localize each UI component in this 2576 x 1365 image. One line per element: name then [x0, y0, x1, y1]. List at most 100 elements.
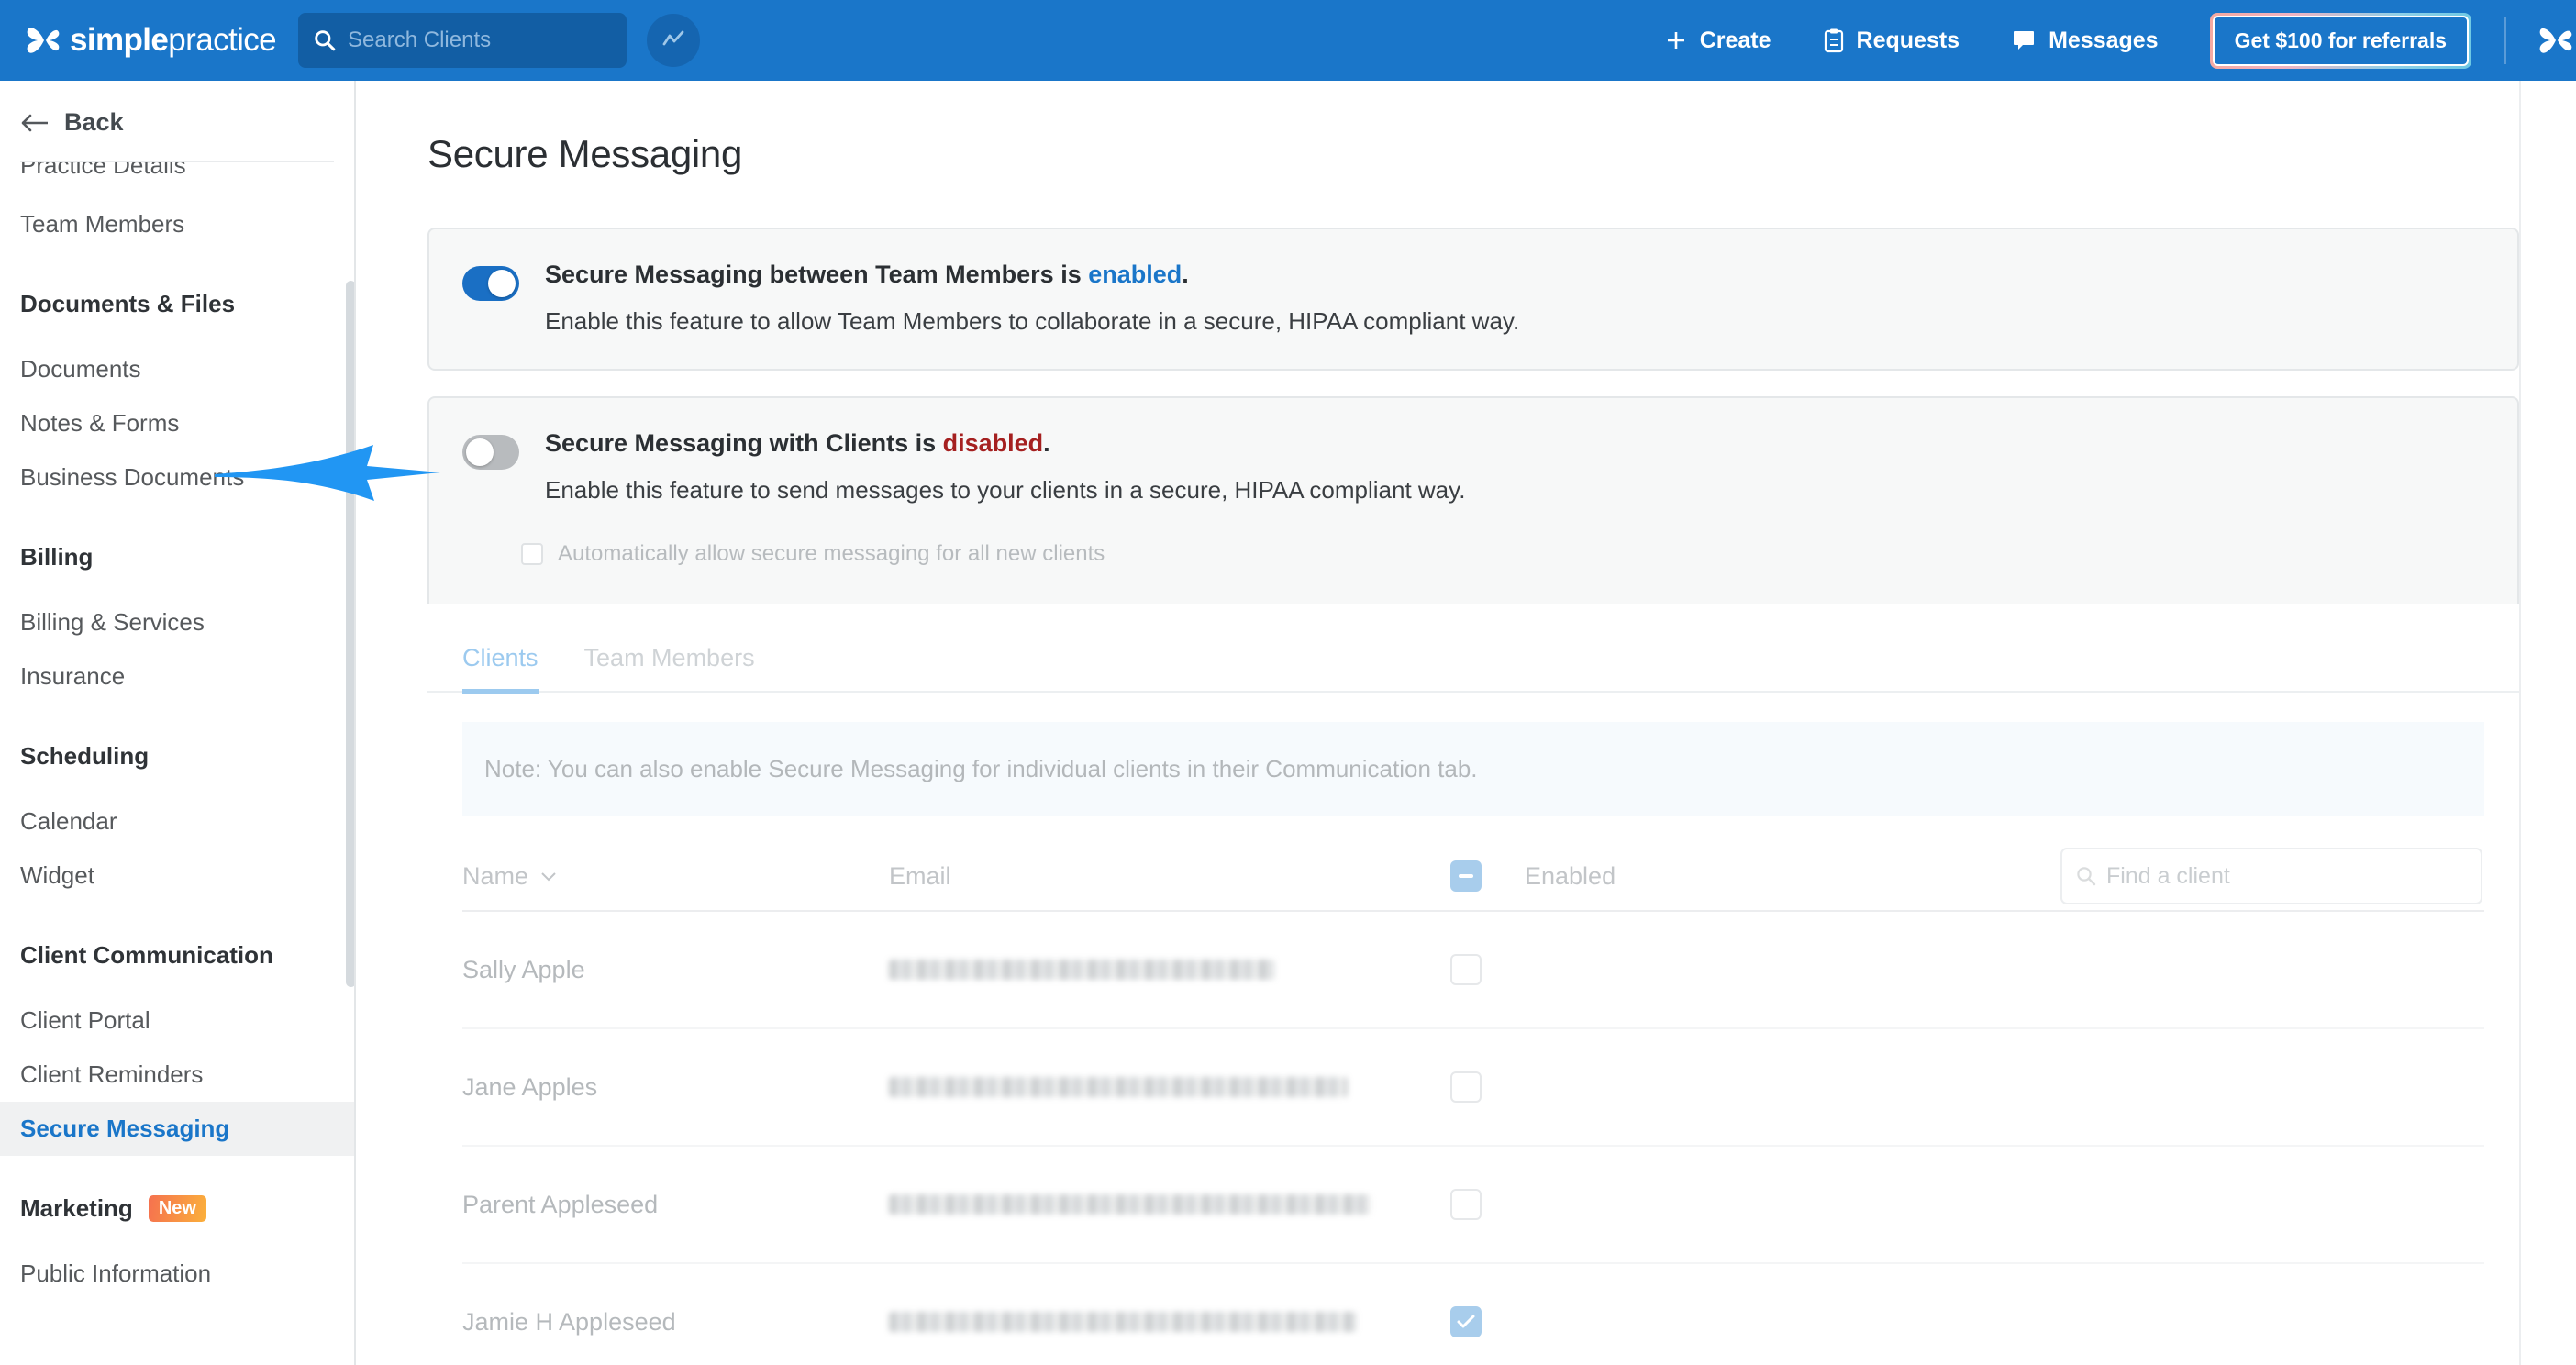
sidebar-scroll-area: Practice Details Team Members Documents …: [0, 162, 354, 1301]
sidebar-item-billing-services[interactable]: Billing & Services: [0, 595, 354, 649]
analytics-pulse-button[interactable]: [647, 14, 701, 67]
create-button[interactable]: Create: [1664, 28, 1771, 54]
secure-messaging-clients-toggle[interactable]: [462, 435, 519, 470]
status-disabled-word: disabled: [942, 429, 1044, 457]
redacted-email: [889, 1077, 1348, 1097]
team-members-texts: Secure Messaging between Team Members is…: [545, 261, 1519, 336]
clients-texts: Secure Messaging with Clients is disable…: [545, 429, 1465, 505]
table-row[interactable]: Parent Appleseed: [462, 1147, 2484, 1264]
sidebar-heading-marketing: Marketing New: [0, 1194, 354, 1223]
search-placeholder: Search Clients: [348, 28, 492, 52]
sidebar-heading-documents: Documents & Files: [20, 290, 236, 317]
auto-allow-checkbox[interactable]: [521, 543, 543, 565]
redacted-email: [889, 1194, 1371, 1215]
tabs-bar: Clients Team Members: [427, 604, 2519, 694]
cell-enabled-checkbox[interactable]: [1407, 1306, 1525, 1337]
requests-label: Requests: [1856, 27, 1960, 53]
column-header-enabled-label: Enabled: [1525, 861, 1616, 890]
back-label: Back: [64, 108, 124, 136]
select-all-checkbox-indeterminate[interactable]: [1450, 860, 1482, 892]
requests-button[interactable]: Requests: [1823, 28, 1960, 54]
main-content: Secure Messaging Secure Messaging betwee…: [358, 81, 2576, 1365]
auto-allow-label: Automatically allow secure messaging for…: [558, 541, 1105, 566]
column-header-select-all[interactable]: [1407, 860, 1525, 892]
column-header-name[interactable]: Name: [462, 862, 889, 891]
sidebar-heading-client-communication: Client Communication: [20, 941, 273, 969]
sidebar-item-client-reminders[interactable]: Client Reminders: [0, 1048, 354, 1102]
sidebar-item-secure-messaging[interactable]: Secure Messaging: [0, 1102, 354, 1156]
sidebar-group-top: Team Members: [0, 197, 354, 251]
tab-team-members[interactable]: Team Members: [584, 644, 755, 694]
brand-logo-link[interactable]: simplepractice: [26, 0, 277, 81]
cell-enabled-checkbox[interactable]: [1407, 954, 1525, 985]
plus-icon: [1664, 28, 1688, 52]
chat-bubble-icon: [2011, 28, 2037, 53]
row-checkbox[interactable]: [1450, 1071, 1482, 1103]
row-checkbox[interactable]: [1450, 954, 1482, 985]
checkmark-icon: [1457, 1315, 1475, 1328]
auto-allow-row: Automatically allow secure messaging for…: [429, 505, 2517, 604]
search-icon: [2077, 867, 2096, 886]
table-row[interactable]: Jane Apples: [462, 1029, 2484, 1147]
nav-divider: [2504, 17, 2506, 64]
account-avatar[interactable]: [2534, 20, 2576, 61]
new-badge: New: [148, 1195, 206, 1222]
butterfly-avatar-icon: [2539, 28, 2572, 53]
cell-name: Parent Appleseed: [462, 1190, 659, 1218]
note-banner: Note: You can also enable Secure Messagi…: [462, 722, 2484, 816]
cell-email-redacted: [889, 1312, 1407, 1332]
team-members-description: Enable this feature to allow Team Member…: [545, 307, 1520, 335]
find-client-placeholder: Find a client: [2106, 862, 2230, 889]
search-clients-input[interactable]: Search Clients: [298, 13, 627, 68]
referral-button-gradient-frame: Get $100 for referrals: [2209, 12, 2471, 69]
sidebar-item-business-documents[interactable]: Business Documents: [0, 450, 354, 505]
column-header-name-label: Name: [462, 861, 529, 890]
clipboard-icon: [1823, 28, 1845, 53]
sidebar-item-team-members[interactable]: Team Members: [0, 197, 354, 251]
sidebar-item-clipped[interactable]: Practice Details: [0, 162, 354, 175]
row-checkbox-checked[interactable]: [1450, 1306, 1482, 1337]
sidebar-item-public-information[interactable]: Public Information: [0, 1247, 354, 1301]
row-checkbox[interactable]: [1450, 1189, 1482, 1220]
secure-messaging-team-members-toggle[interactable]: [462, 266, 519, 301]
nav-right-cluster: Create Requests Messages Get $100 for re…: [1664, 0, 2576, 81]
sidebar-item-documents[interactable]: Documents: [0, 342, 354, 396]
team-members-toggle-row: Secure Messaging between Team Members is…: [429, 229, 2517, 369]
secure-messaging-clients-panel: Secure Messaging with Clients is disable…: [427, 396, 2519, 604]
column-header-enabled: Enabled: [1525, 862, 1892, 891]
tab-clients[interactable]: Clients: [462, 644, 539, 694]
cell-enabled-checkbox[interactable]: [1407, 1189, 1525, 1220]
find-client-wrapper: Find a client: [2060, 848, 2482, 904]
redacted-email: [889, 1312, 1357, 1332]
search-icon: [315, 30, 336, 51]
chevron-down-icon: [541, 872, 556, 882]
table-row[interactable]: Jamie H Appleseed: [462, 1264, 2484, 1365]
sidebar-scrollbar-thumb[interactable]: [346, 281, 354, 987]
cell-name: Jamie H Appleseed: [462, 1307, 676, 1336]
status-enabled-word: enabled: [1088, 261, 1183, 288]
sidebar-item-insurance[interactable]: Insurance: [0, 649, 354, 704]
team-members-status-line: Secure Messaging between Team Members is…: [545, 261, 1189, 288]
cell-email-redacted: [889, 1194, 1407, 1215]
cell-enabled-checkbox[interactable]: [1407, 1071, 1525, 1103]
messages-label: Messages: [2049, 27, 2159, 53]
get-referrals-button[interactable]: Get $100 for referrals: [2212, 15, 2469, 66]
sidebar-item-widget[interactable]: Widget: [0, 849, 354, 903]
clients-table: Name Email Enabled Find a client Sally A…: [462, 842, 2484, 1365]
find-client-input[interactable]: Find a client: [2060, 848, 2482, 904]
trend-line-icon: [662, 30, 684, 46]
sidebar-item-notes-forms[interactable]: Notes & Forms: [0, 396, 354, 450]
back-button[interactable]: Back: [0, 81, 354, 161]
redacted-email: [889, 960, 1274, 980]
messages-button[interactable]: Messages: [2011, 28, 2159, 54]
clients-description: Enable this feature to send messages to …: [545, 476, 1466, 504]
cell-name: Jane Apples: [462, 1072, 598, 1101]
tabs: Clients Team Members: [462, 644, 2519, 694]
sidebar-item-client-portal[interactable]: Client Portal: [0, 993, 354, 1048]
note-text: Note: You can also enable Secure Messagi…: [484, 755, 1478, 782]
content-right-edge: [2519, 81, 2521, 1365]
table-row[interactable]: Sally Apple: [462, 912, 2484, 1029]
sidebar-group-documents: Documents & Files Documents Notes & Form…: [0, 290, 354, 505]
cell-name: Sally Apple: [462, 955, 585, 983]
sidebar-item-calendar[interactable]: Calendar: [0, 794, 354, 849]
